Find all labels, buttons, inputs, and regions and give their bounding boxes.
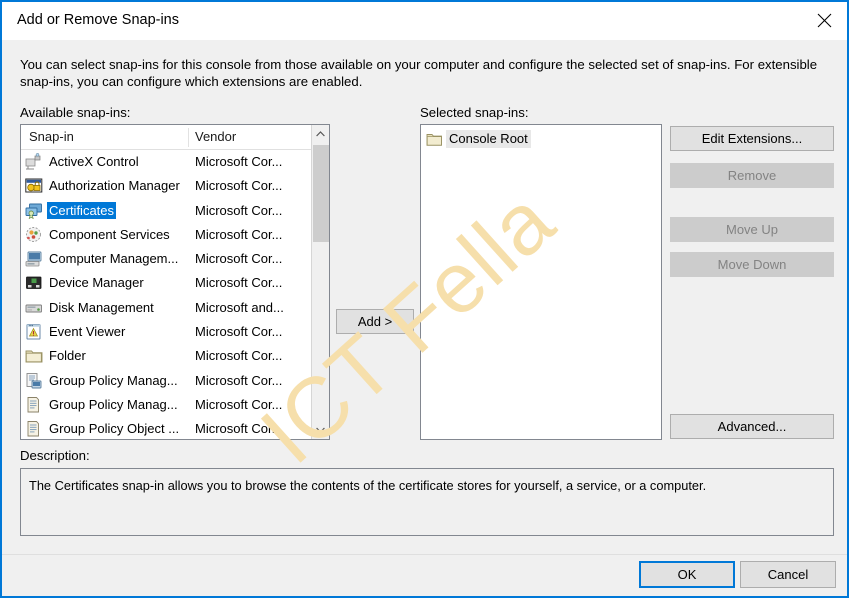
- snapin-vendor: Microsoft Cor...: [195, 348, 283, 364]
- add-remove-snapins-dialog: Add or Remove Snap-ins You can select sn…: [0, 0, 849, 598]
- column-divider: [188, 128, 189, 147]
- description-text: The Certificates snap-in allows you to b…: [29, 478, 707, 493]
- move-down-button[interactable]: Move Down: [670, 252, 834, 277]
- snapin-name: Group Policy Manag...: [49, 372, 178, 388]
- close-icon[interactable]: [801, 2, 847, 38]
- table-row[interactable]: Group Policy Manag... Microsoft Cor...: [21, 393, 311, 417]
- move-up-button[interactable]: Move Up: [670, 217, 834, 242]
- table-row[interactable]: Certificates Microsoft Cor...: [21, 199, 311, 223]
- disk-management-icon: [25, 299, 43, 317]
- selected-item-label: Console Root: [446, 130, 531, 148]
- snapin-name: Folder: [49, 348, 86, 364]
- group-policy-editor-icon: [25, 396, 43, 414]
- snapin-name: ActiveX Control: [49, 154, 139, 169]
- snapin-vendor: Microsoft and...: [195, 299, 284, 315]
- folder-icon: [25, 347, 43, 365]
- event-viewer-icon: [25, 323, 43, 341]
- snapin-name: Device Manager: [49, 275, 144, 291]
- snapin-vendor: Microsoft Cor...: [195, 324, 283, 340]
- description-label: Description:: [20, 448, 90, 463]
- snapin-vendor: Microsoft Cor...: [195, 372, 283, 388]
- snapin-name: Disk Management: [49, 299, 154, 315]
- description-box: The Certificates snap-in allows you to b…: [20, 468, 834, 536]
- snapin-vendor: Microsoft Cor...: [195, 154, 283, 169]
- table-row[interactable]: Component Services Microsoft Cor...: [21, 223, 311, 247]
- snapin-name: Authorization Manager: [49, 178, 180, 194]
- edit-extensions-button[interactable]: Edit Extensions...: [670, 126, 834, 151]
- scroll-down-icon[interactable]: [312, 421, 329, 439]
- table-row[interactable]: Event Viewer Microsoft Cor...: [21, 320, 311, 344]
- selected-snapins-listbox[interactable]: Console Root: [420, 124, 662, 440]
- window-title: Add or Remove Snap-ins: [17, 12, 179, 28]
- folder-icon: [426, 131, 443, 147]
- authorization-manager-icon: [25, 177, 43, 195]
- selected-snapins-label: Selected snap-ins:: [420, 105, 529, 120]
- snapin-vendor: Microsoft Cor...: [195, 275, 283, 291]
- table-row[interactable]: Group Policy Manag... Microsoft Cor...: [21, 369, 311, 393]
- component-services-icon: [25, 226, 43, 244]
- device-manager-icon: [25, 274, 43, 292]
- snapin-name: Event Viewer: [49, 324, 126, 340]
- computer-management-icon: [25, 250, 43, 268]
- snapin-vendor: Microsoft Cor...: [195, 178, 283, 194]
- snapin-name: Certificates: [47, 201, 117, 219]
- add-button[interactable]: Add >: [336, 309, 414, 334]
- snapin-vendor: Microsoft Cor...: [195, 226, 283, 242]
- snapin-name: Group Policy Manag...: [49, 396, 178, 412]
- advanced-button[interactable]: Advanced...: [670, 414, 834, 439]
- table-row[interactable]: Folder Microsoft Cor...: [21, 344, 311, 368]
- table-row[interactable]: Disk Management Microsoft and...: [21, 296, 311, 320]
- intro-text: You can select snap-ins for this console…: [20, 57, 818, 89]
- scroll-up-icon[interactable]: [312, 125, 329, 143]
- dialog-body: You can select snap-ins for this console…: [2, 40, 847, 596]
- snapin-name: Component Services: [49, 226, 170, 242]
- snapin-vendor: Microsoft Cor...: [195, 251, 283, 267]
- snapin-vendor: Microsoft Cor...: [195, 202, 283, 218]
- snapin-name: Group Policy Object ...: [49, 421, 180, 437]
- snapin-name: Computer Managem...: [49, 251, 179, 267]
- table-row[interactable]: Computer Managem... Microsoft Cor...: [21, 247, 311, 271]
- snapin-vendor: Microsoft Cor...: [195, 396, 283, 412]
- group-policy-management-icon: [25, 372, 43, 390]
- table-row[interactable]: Authorization Manager Microsoft Cor...: [21, 174, 311, 198]
- title-bar: Add or Remove Snap-ins: [2, 2, 847, 40]
- table-row[interactable]: ActiveX Control Microsoft Cor...: [21, 150, 311, 174]
- scrollbar-thumb[interactable]: [313, 145, 329, 242]
- available-snapins-listbox[interactable]: Snap-in Vendor ActiveX Control Microsoft …: [20, 124, 330, 440]
- available-snapins-label: Available snap-ins:: [20, 105, 131, 120]
- list-item[interactable]: Console Root: [426, 129, 531, 149]
- table-row[interactable]: Group Policy Object ... Microsoft Cor...: [21, 417, 311, 439]
- remove-button[interactable]: Remove: [670, 163, 834, 188]
- table-row[interactable]: Device Manager Microsoft Cor...: [21, 271, 311, 295]
- column-header-vendor[interactable]: Vendor: [195, 129, 236, 144]
- available-list-scrollbar[interactable]: [311, 125, 329, 439]
- group-policy-object-icon: [25, 420, 43, 438]
- snapin-vendor: Microsoft Cor...: [195, 421, 283, 437]
- certificates-icon: [25, 202, 43, 220]
- list-header-row: Snap-in Vendor: [21, 125, 329, 150]
- available-rows-container: ActiveX Control Microsoft Cor... Authoriza…: [21, 150, 311, 439]
- activex-control-icon: [25, 153, 43, 171]
- column-header-snapin[interactable]: Snap-in: [29, 129, 74, 144]
- cancel-button[interactable]: Cancel: [740, 561, 836, 588]
- ok-button[interactable]: OK: [639, 561, 735, 588]
